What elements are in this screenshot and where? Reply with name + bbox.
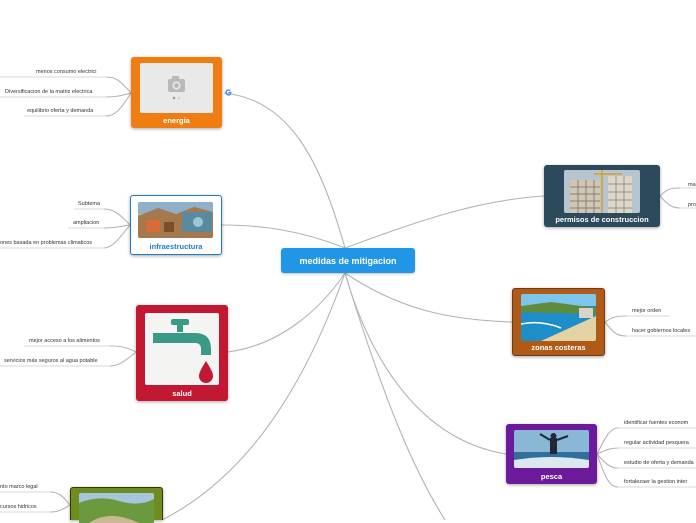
google-g-icon bbox=[225, 89, 232, 96]
leaf-infraestructura-1[interactable]: Subtema bbox=[78, 201, 100, 207]
leaf-costeras-2[interactable]: hacer gobiernos locales bbox=[632, 328, 690, 334]
leaf-energia-1[interactable]: menos consumo electrici bbox=[36, 69, 97, 75]
leaf-infraestructura-3[interactable]: ones basada en problemas climaticos bbox=[0, 240, 92, 246]
topic-permisos-label: permisos de construccion bbox=[555, 215, 649, 224]
costeras-image bbox=[521, 294, 596, 341]
leaf-salud-2[interactable]: servicios más seguros al agua potable bbox=[4, 358, 98, 364]
topic-pesca[interactable]: pesca bbox=[506, 424, 597, 484]
topic-recursos-partial[interactable] bbox=[70, 487, 163, 523]
recursos-image bbox=[79, 493, 154, 523]
leaf-energia-2[interactable]: Diversificacion de la matriz electrica bbox=[5, 89, 92, 95]
topic-zonas-costeras[interactable]: zonas costeras bbox=[512, 288, 605, 356]
leaf-permisos-1[interactable]: ma bbox=[688, 182, 696, 188]
leaf-recursos-2[interactable]: cursos hidricos bbox=[0, 504, 37, 510]
leaf-permisos-2[interactable]: pro bbox=[688, 202, 696, 208]
faucet-icon bbox=[153, 319, 213, 383]
leaf-pesca-2[interactable]: regular actividad pesquera bbox=[624, 440, 689, 446]
camera-icon bbox=[168, 76, 185, 100]
topic-pesca-label: pesca bbox=[540, 472, 563, 481]
leaf-energia-3[interactable]: equilibrio oferta y demanda bbox=[27, 108, 93, 114]
image-placeholder bbox=[140, 63, 213, 113]
pesca-image bbox=[514, 430, 589, 468]
topic-zonas-costeras-label: zonas costeras bbox=[531, 343, 586, 352]
topic-permisos-de-construccion[interactable]: permisos de construccion bbox=[544, 165, 660, 227]
salud-image bbox=[145, 313, 219, 385]
central-topic-label: medidas de mitigacion bbox=[299, 255, 397, 266]
central-topic[interactable]: medidas de mitigacion bbox=[281, 248, 415, 273]
topic-infraestructura[interactable]: infraestructura bbox=[130, 195, 222, 255]
permisos-image bbox=[564, 170, 640, 213]
topic-salud-label: salud bbox=[172, 389, 192, 398]
leaf-infraestructura-2[interactable]: ampliacion bbox=[73, 220, 99, 226]
leaf-costeras-1[interactable]: mejor orden bbox=[632, 308, 661, 314]
topic-salud[interactable]: salud bbox=[136, 305, 228, 401]
leaf-salud-1[interactable]: mejor acceso a los alimentos bbox=[29, 338, 100, 344]
topic-energia[interactable]: energia bbox=[131, 57, 222, 128]
leaf-pesca-4[interactable]: fortalezaer la gestion inter bbox=[624, 479, 687, 485]
leaf-pesca-3[interactable]: estudio de oferta y demanda bbox=[624, 460, 694, 466]
topic-infraestructura-label: infraestructura bbox=[149, 242, 203, 251]
infraestructura-image bbox=[138, 202, 213, 238]
leaf-pesca-1[interactable]: identificar fuentes econom bbox=[624, 420, 688, 426]
topic-energia-label: energia bbox=[163, 116, 190, 125]
leaf-recursos-1[interactable]: nto marco legal bbox=[0, 484, 38, 490]
